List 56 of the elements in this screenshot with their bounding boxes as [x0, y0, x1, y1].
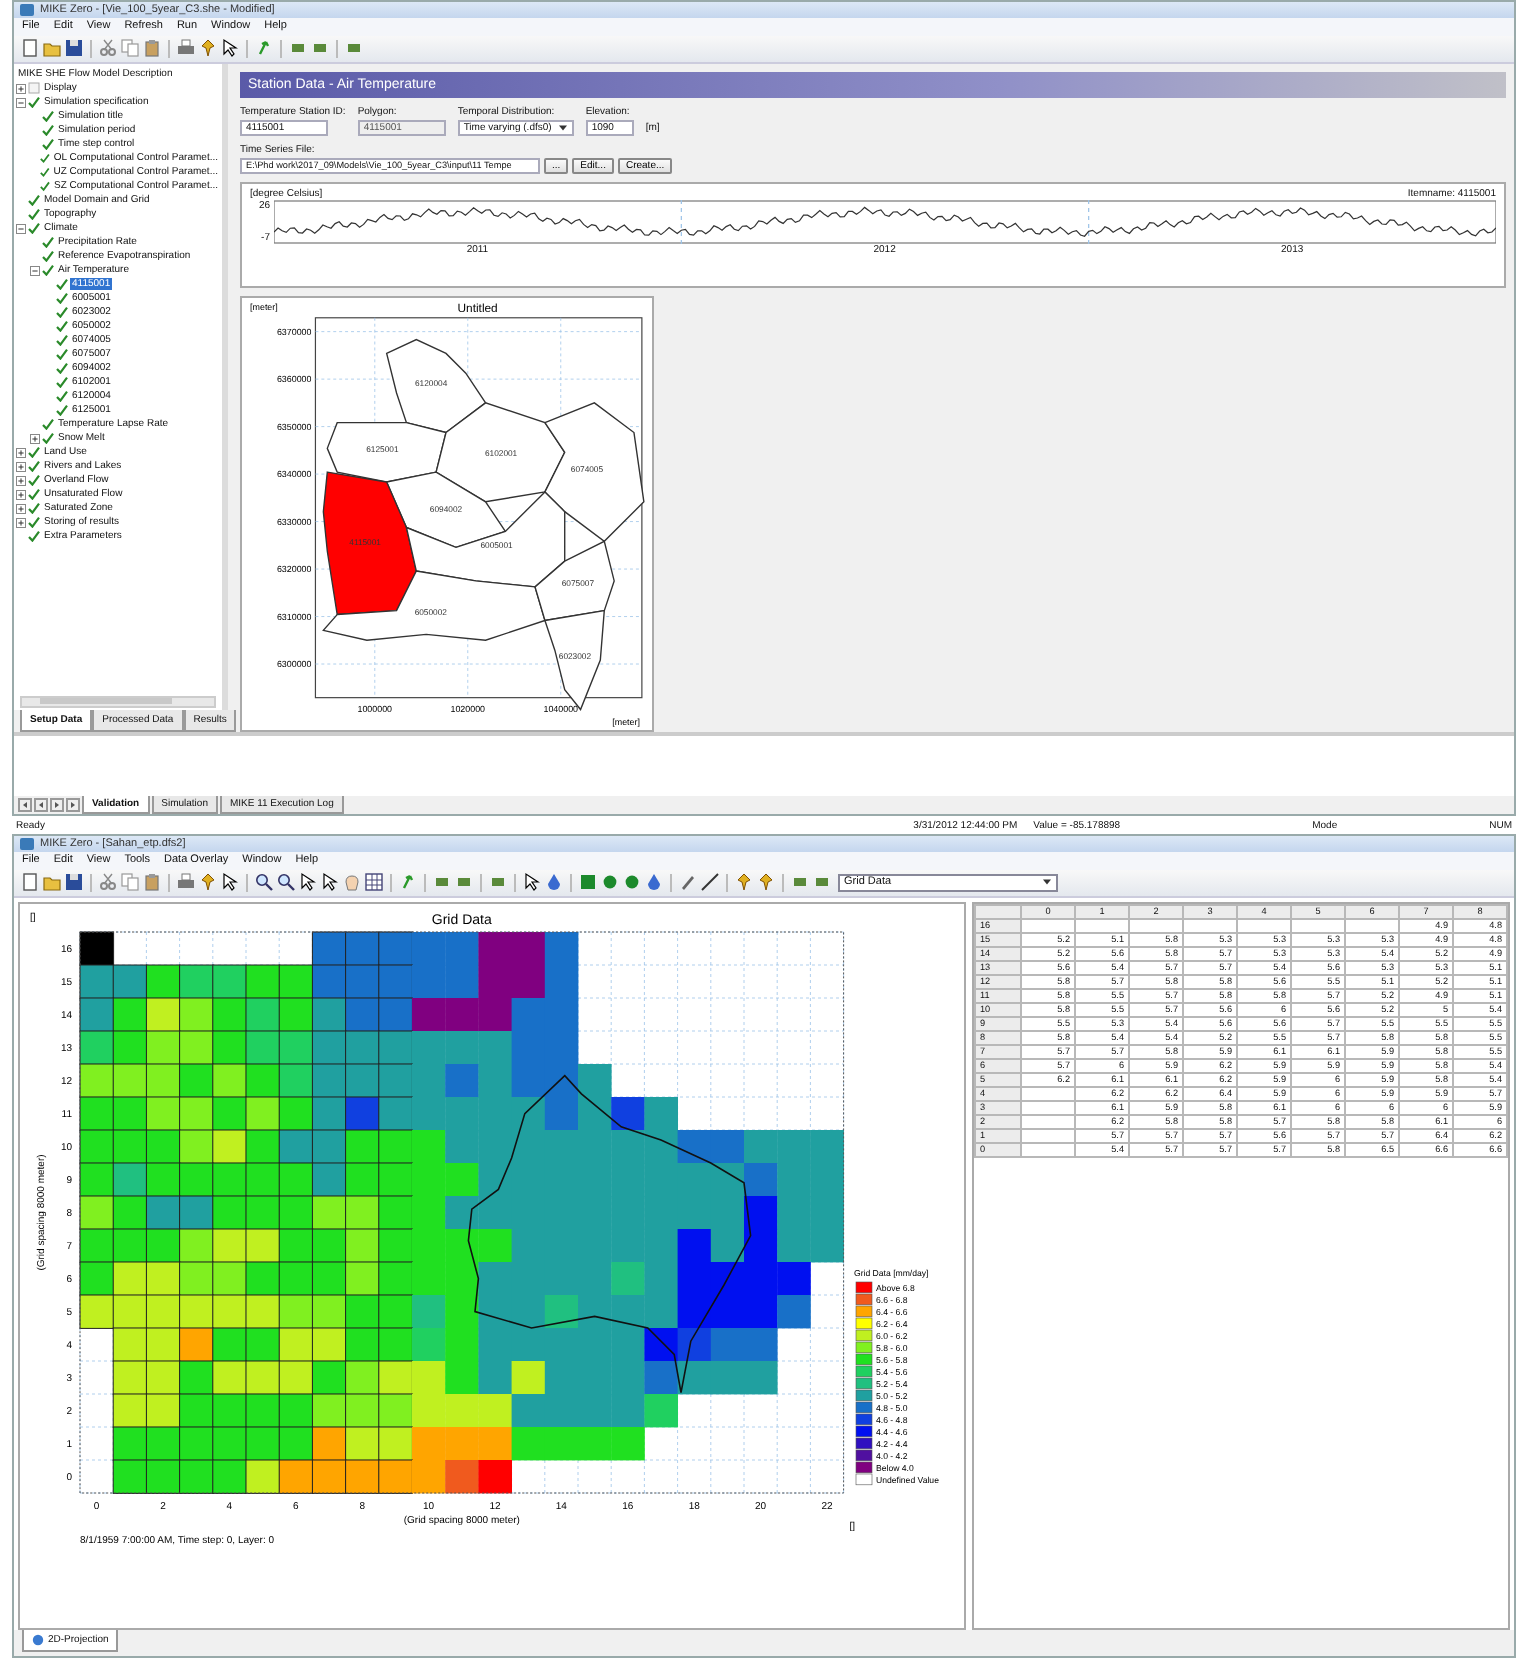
catchment-polygon[interactable] — [385, 339, 487, 434]
catchment-polygon[interactable] — [322, 471, 418, 616]
pin-icon[interactable] — [756, 872, 776, 893]
expand-box[interactable] — [16, 503, 26, 514]
drop-icon[interactable] — [644, 872, 664, 893]
pointer-icon[interactable] — [220, 872, 240, 893]
expand-box[interactable] — [16, 489, 26, 500]
pin-icon[interactable] — [198, 872, 218, 893]
expand-box[interactable] — [16, 517, 26, 528]
app-icon — [20, 838, 34, 851]
zoom-icon[interactable] — [276, 872, 296, 893]
pin-icon[interactable] — [198, 38, 218, 59]
horizontal-scrollbar[interactable] — [20, 695, 216, 708]
expand-box[interactable] — [16, 447, 26, 458]
tab-scroll-icon[interactable] — [50, 797, 64, 812]
cut-icon[interactable] — [98, 872, 118, 893]
new-file-icon[interactable] — [20, 38, 40, 59]
catchment-polygon[interactable] — [405, 491, 566, 588]
catchment-polygon[interactable] — [544, 610, 606, 712]
catchment-polygon[interactable] — [534, 540, 615, 622]
collapse-box[interactable] — [30, 265, 40, 276]
caret-icon — [557, 123, 568, 132]
dot-icon[interactable] — [622, 872, 642, 893]
expand-box[interactable] — [16, 475, 26, 486]
expand-box[interactable] — [30, 433, 40, 444]
pointer-icon[interactable] — [320, 872, 340, 893]
collapse-box[interactable] — [16, 223, 26, 234]
save-icon[interactable] — [64, 872, 84, 893]
paste-icon[interactable] — [142, 872, 162, 893]
expand-box[interactable] — [16, 83, 26, 94]
new-file-icon[interactable] — [20, 872, 40, 893]
print-icon[interactable] — [176, 872, 196, 893]
expand-box[interactable] — [16, 461, 26, 472]
catchment-polygon[interactable] — [435, 402, 566, 503]
table-icon[interactable] — [364, 872, 384, 893]
line-icon[interactable] — [700, 872, 720, 893]
paste-icon[interactable] — [142, 38, 162, 59]
caret-icon — [1042, 878, 1052, 887]
print-icon[interactable] — [176, 38, 196, 59]
tab-scroll-icon[interactable] — [66, 797, 80, 812]
pointer-icon[interactable] — [220, 38, 240, 59]
tab-scroll-icon[interactable] — [18, 797, 32, 812]
tab-scroll-icon[interactable] — [34, 797, 48, 812]
app-icon — [20, 4, 34, 17]
pointer-icon[interactable] — [298, 872, 318, 893]
zoom-icon[interactable] — [254, 872, 274, 893]
square-icon[interactable] — [578, 872, 598, 893]
collapse-box[interactable] — [16, 97, 26, 108]
save-icon[interactable] — [64, 38, 84, 59]
drop-icon[interactable] — [544, 872, 564, 893]
catchment-polygon[interactable] — [326, 422, 447, 484]
cut-icon[interactable] — [98, 38, 118, 59]
pen-icon[interactable] — [678, 872, 698, 893]
dot-icon[interactable] — [600, 872, 620, 893]
pointer-icon[interactable] — [522, 872, 542, 893]
pin-icon[interactable] — [734, 872, 754, 893]
